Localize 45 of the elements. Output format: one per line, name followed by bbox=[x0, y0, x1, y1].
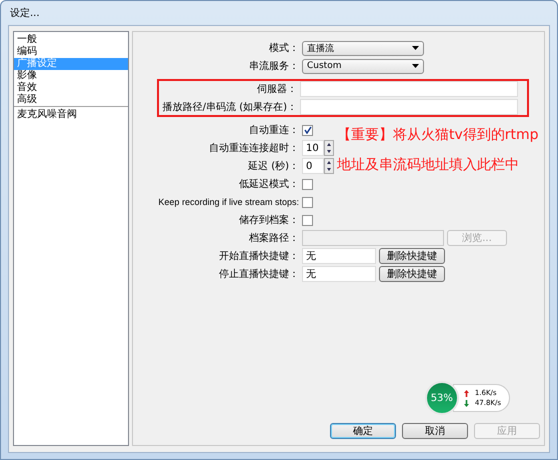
sidebar-item[interactable]: 高级 bbox=[14, 94, 128, 106]
field-label: 伺服器： bbox=[256, 83, 297, 96]
hotkey-field[interactable]: 无 bbox=[302, 266, 376, 282]
caret-icon bbox=[412, 64, 419, 68]
dialog-button[interactable]: 取消 bbox=[402, 423, 468, 439]
field-label: 串流服务： bbox=[248, 60, 299, 73]
checkbox[interactable] bbox=[302, 124, 313, 136]
field-label: 延迟 (秒)： bbox=[247, 160, 299, 173]
annotation-text: 地址及串流码地址填入此栏中 bbox=[337, 156, 519, 174]
field-label: 停止直播快捷键： bbox=[218, 268, 299, 281]
field-label: 储存到档案： bbox=[238, 214, 299, 227]
number-field[interactable]: 10 bbox=[302, 140, 324, 156]
download-arrow-icon bbox=[464, 400, 469, 406]
spin-buttons[interactable] bbox=[324, 140, 334, 156]
checkbox[interactable] bbox=[302, 196, 313, 208]
sidebar-item[interactable]: 编码 bbox=[14, 46, 128, 58]
sidebar-item[interactable]: 音效 bbox=[14, 82, 128, 94]
clear-hotkey-button[interactable]: 删除快捷键 bbox=[379, 266, 445, 282]
field-label: 自动重连： bbox=[248, 124, 299, 137]
annotation-text: 【重要】将从火猫tv得到的rtmp bbox=[337, 126, 539, 144]
field-label: 开始直播快捷键： bbox=[218, 250, 299, 263]
window-title: 设定... bbox=[9, 6, 41, 21]
dialog-button[interactable]: 确定 bbox=[330, 423, 396, 439]
field-label: Keep recording if live stream stops: bbox=[157, 197, 299, 207]
field-label: 播放路径/串码流 (如果存在)： bbox=[162, 100, 297, 114]
sidebar-item[interactable]: 一般 bbox=[14, 34, 128, 46]
caret-icon bbox=[412, 46, 419, 50]
dropdown[interactable]: 直播流 bbox=[302, 40, 424, 56]
checkbox[interactable] bbox=[302, 214, 313, 226]
upload-arrow-icon bbox=[464, 390, 469, 396]
dropdown[interactable]: Custom bbox=[302, 58, 424, 74]
sidebar-item[interactable]: 影像 bbox=[14, 70, 128, 82]
input-field[interactable] bbox=[300, 81, 518, 97]
check-icon bbox=[304, 126, 312, 134]
hotkey-field[interactable]: 无 bbox=[302, 248, 376, 264]
number-field[interactable]: 0 bbox=[302, 158, 324, 174]
sidebar-item[interactable]: 麦克风噪音阀 bbox=[14, 109, 128, 121]
field-label: 档案路径： bbox=[248, 232, 299, 245]
spin-buttons[interactable] bbox=[324, 158, 334, 174]
checkbox[interactable] bbox=[302, 178, 313, 190]
field-label: 模式： bbox=[268, 42, 299, 55]
input-field[interactable] bbox=[300, 99, 518, 115]
clear-hotkey-button[interactable]: 删除快捷键 bbox=[379, 248, 445, 264]
field-label: 自动重连连接超时： bbox=[208, 142, 299, 155]
field-label: 低延迟模式： bbox=[238, 178, 299, 191]
